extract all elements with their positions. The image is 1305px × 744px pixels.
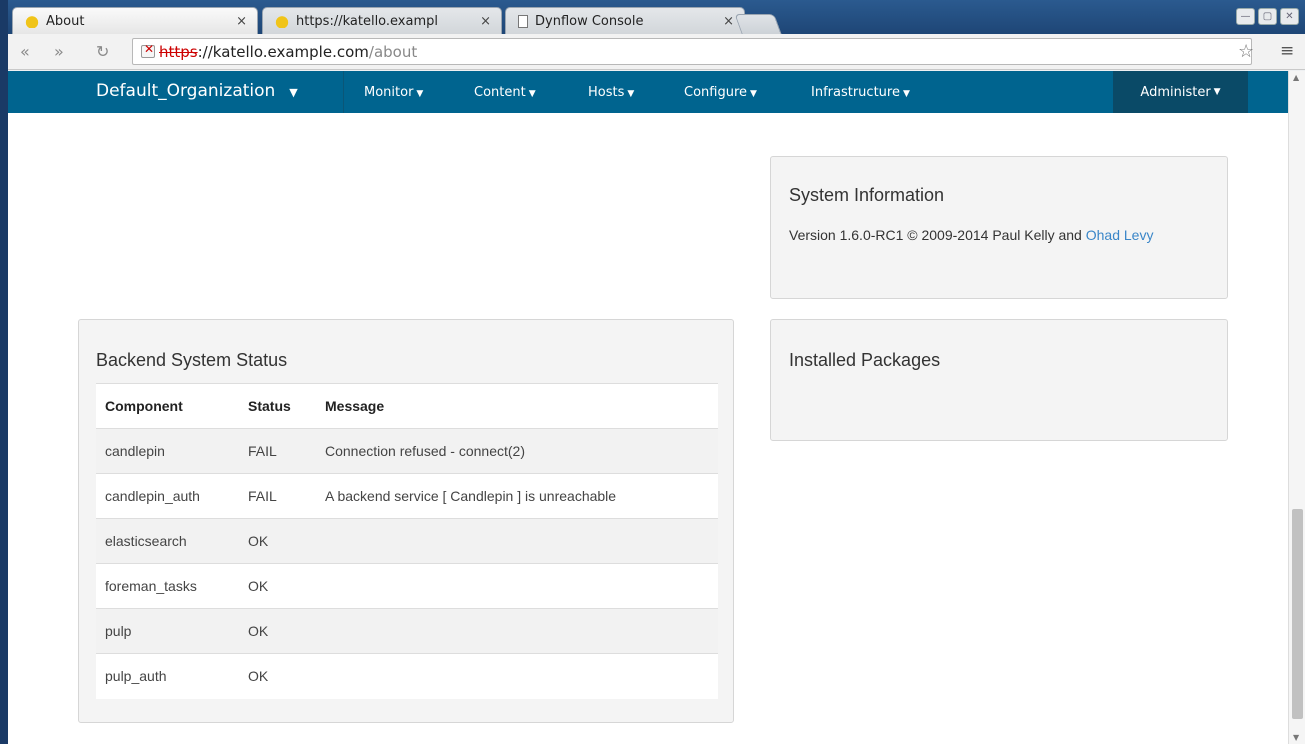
table-header-row: Component Status Message [96, 383, 718, 429]
table-row: candlepin FAIL Connection refused - conn… [96, 428, 718, 474]
nav-content[interactable]: Content ▼ [474, 85, 536, 100]
cell-message [316, 653, 718, 699]
version-string: Version 1.6.0-RC1 © 2009-2014 Paul Kelly… [789, 227, 1086, 243]
window-controls: — ▢ ✕ [1236, 8, 1299, 25]
nav-label: Administer [1140, 84, 1211, 100]
tab-about[interactable]: About × [12, 7, 258, 34]
table-row: candlepin_auth FAIL A backend service [ … [96, 473, 718, 519]
cell-status: OK [239, 563, 316, 609]
cell-message: Connection refused - connect(2) [316, 428, 718, 474]
forward-icon[interactable]: » [54, 42, 64, 61]
browser-window: About × https://katello.exampl × Dynflow… [8, 0, 1305, 744]
yellow-hat-icon [275, 14, 289, 28]
installed-packages-panel: Installed Packages [770, 319, 1228, 441]
system-information-panel: System Information Version 1.6.0-RC1 © 2… [770, 156, 1228, 299]
table-row: pulp_auth OK [96, 653, 718, 699]
cell-status: OK [239, 653, 316, 699]
nav-infrastructure[interactable]: Infrastructure ▼ [811, 85, 910, 100]
nav-label: Hosts [588, 85, 625, 100]
organization-name: Default_Organization [96, 81, 276, 101]
app-navbar: Default_Organization ▼ Monitor ▼ Content ▼ … [8, 71, 1288, 113]
table-row: pulp OK [96, 608, 718, 654]
broken-lock-icon[interactable] [141, 42, 155, 58]
column-header-message: Message [316, 383, 718, 429]
cell-component: foreman_tasks [96, 563, 239, 609]
nav-configure[interactable]: Configure ▼ [684, 85, 757, 100]
version-text: Version 1.6.0-RC1 © 2009-2014 Paul Kelly… [789, 224, 1209, 246]
cell-component: pulp [96, 608, 239, 654]
url-scheme: https [159, 42, 198, 61]
maximize-icon[interactable]: ▢ [1258, 8, 1277, 25]
chevron-down-icon: ▼ [627, 89, 635, 99]
minimize-icon[interactable]: — [1236, 8, 1255, 25]
browser-menu-icon[interactable]: ≡ [1280, 41, 1294, 61]
address-bar[interactable]: https://katello.example.com/about [132, 38, 1252, 65]
cell-component: pulp_auth [96, 653, 239, 699]
nav-administer[interactable]: Administer ▼ [1113, 71, 1248, 113]
cell-message: A backend service [ Candlepin ] is unrea… [316, 473, 718, 519]
navbar-divider [343, 71, 344, 113]
close-window-icon[interactable]: ✕ [1280, 8, 1299, 25]
bookmark-star-icon[interactable]: ☆ [1238, 41, 1254, 62]
cell-message [316, 518, 718, 564]
tab-title: About [46, 13, 85, 29]
page-viewport: Default_Organization ▼ Monitor ▼ Content ▼ … [8, 71, 1288, 744]
table-row: foreman_tasks OK [96, 563, 718, 609]
nav-label: Monitor [364, 85, 414, 100]
back-icon[interactable]: « [20, 42, 30, 61]
cell-message [316, 608, 718, 654]
nav-hosts[interactable]: Hosts ▼ [588, 85, 634, 100]
chevron-down-icon: ▼ [289, 86, 298, 99]
panel-title: Installed Packages [789, 350, 941, 370]
cell-component: candlepin_auth [96, 473, 239, 519]
tab-close-icon[interactable]: × [723, 14, 734, 29]
tab-title: Dynflow Console [535, 13, 644, 29]
tab-close-icon[interactable]: × [236, 14, 247, 29]
chevron-down-icon: ▼ [416, 89, 424, 99]
author-link[interactable]: Ohad Levy [1086, 227, 1154, 243]
scrollbar-thumb[interactable] [1292, 509, 1303, 719]
nav-label: Configure [684, 85, 748, 100]
chevron-down-icon: ▼ [902, 89, 910, 99]
column-header-status: Status [239, 383, 316, 429]
tab-close-icon[interactable]: × [480, 14, 491, 29]
chevron-down-icon: ▼ [1213, 87, 1221, 97]
tab-strip: About × https://katello.exampl × Dynflow… [8, 0, 1305, 34]
url-host: ://katello.example.com [197, 42, 369, 61]
cell-status: OK [239, 518, 316, 564]
cell-status: FAIL [239, 428, 316, 474]
tab-katello[interactable]: https://katello.exampl × [262, 7, 502, 34]
document-icon [518, 14, 528, 28]
cell-status: OK [239, 608, 316, 654]
nav-label: Content [474, 85, 526, 100]
new-tab-button[interactable] [734, 14, 782, 34]
cell-component: elasticsearch [96, 518, 239, 564]
url-path: /about [368, 42, 418, 61]
scroll-up-icon[interactable]: ▲ [1293, 73, 1299, 82]
backend-system-status-panel: Backend System Status Component Status M… [78, 319, 734, 723]
panel-title: Backend System Status [96, 350, 288, 370]
cell-message [316, 563, 718, 609]
yellow-hat-icon [25, 14, 39, 28]
nav-label: Infrastructure [811, 85, 900, 100]
cell-status: FAIL [239, 473, 316, 519]
reload-icon[interactable]: ↻ [96, 42, 109, 61]
tab-title: https://katello.exampl [296, 13, 438, 29]
scroll-down-icon[interactable]: ▼ [1293, 733, 1299, 742]
column-header-component: Component [96, 383, 239, 429]
nav-monitor[interactable]: Monitor ▼ [364, 85, 423, 100]
page-scrollbar[interactable]: ▲ ▼ [1288, 71, 1305, 744]
backend-status-table: Component Status Message candlepin FAIL … [96, 383, 718, 699]
chevron-down-icon: ▼ [750, 89, 757, 99]
organization-dropdown[interactable]: Default_Organization ▼ [96, 81, 298, 101]
cell-component: candlepin [96, 428, 239, 474]
tab-dynflow-console[interactable]: Dynflow Console × [505, 7, 745, 34]
panel-title: System Information [789, 185, 945, 205]
table-row: elasticsearch OK [96, 518, 718, 564]
browser-toolbar: « » ↻ https://katello.example.com/about … [8, 34, 1305, 70]
chevron-down-icon: ▼ [528, 89, 536, 99]
